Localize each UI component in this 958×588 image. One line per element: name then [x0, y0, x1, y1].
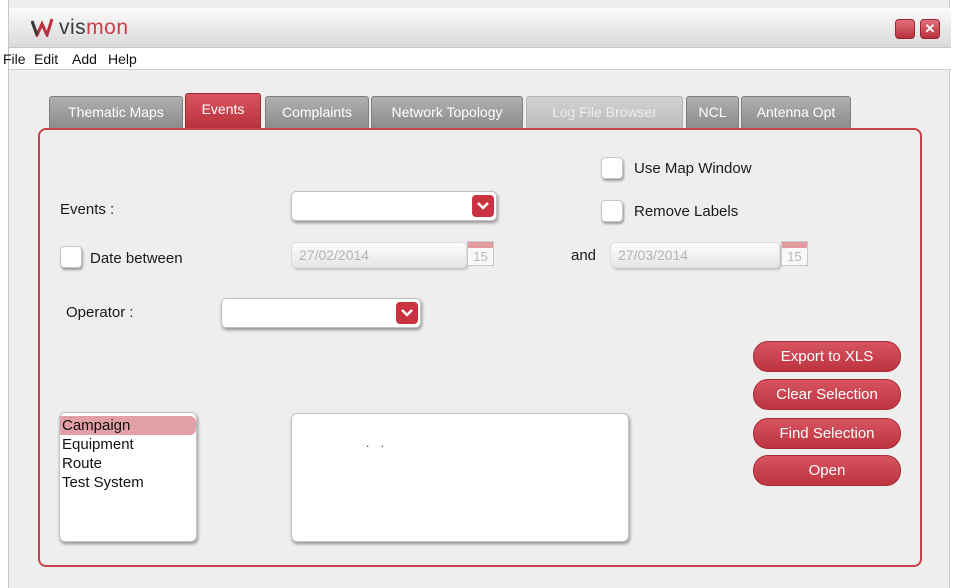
app-window: vismon ✕ File Edit Add Help Thematic Map…: [3, 0, 951, 588]
list-item-equipment[interactable]: Equipment: [60, 435, 196, 454]
operator-label: Operator :: [66, 304, 134, 321]
vismon-logo-icon: [31, 18, 53, 37]
calendar-to-day: 15: [787, 249, 802, 264]
date-between-label: Date between: [90, 250, 183, 267]
tab-antenna-opt[interactable]: Antenna Opt: [741, 96, 851, 128]
export-to-xls-button[interactable]: Export to XLS: [753, 341, 901, 372]
menu-bar: File Edit Add Help: [3, 48, 951, 70]
events-label: Events :: [60, 201, 115, 218]
calendar-from-day: 15: [473, 249, 488, 264]
calendar-to-icon[interactable]: 15: [781, 241, 808, 266]
minimize-button[interactable]: [895, 19, 915, 39]
events-dropdown[interactable]: [291, 191, 497, 221]
tab-complaints[interactable]: Complaints: [265, 96, 369, 128]
tab-network-topology[interactable]: Network Topology: [371, 96, 523, 128]
chevron-down-icon[interactable]: [472, 195, 494, 217]
title-bar: vismon ✕: [9, 8, 951, 48]
menu-edit[interactable]: Edit: [34, 51, 58, 67]
list-item-test-system[interactable]: Test System: [60, 473, 196, 492]
clear-selection-button[interactable]: Clear Selection: [753, 379, 901, 410]
app-title-part1: vis: [59, 16, 87, 39]
menu-help[interactable]: Help: [108, 51, 137, 67]
remove-labels-checkbox[interactable]: [601, 200, 623, 222]
app-title-part2: mon: [86, 16, 129, 39]
and-label: and: [571, 247, 597, 264]
chevron-down-icon[interactable]: [396, 302, 418, 324]
list-item-campaign[interactable]: Campaign: [60, 416, 196, 435]
operator-dropdown[interactable]: [221, 298, 421, 328]
open-button[interactable]: Open: [753, 455, 901, 486]
tab-ncl[interactable]: NCL: [686, 96, 739, 128]
results-list[interactable]: . .: [291, 413, 629, 542]
use-map-window-checkbox[interactable]: [601, 157, 623, 179]
date-from-input[interactable]: 27/02/2014: [291, 242, 467, 268]
date-to-input[interactable]: 27/03/2014: [610, 242, 780, 268]
use-map-window-label: Use Map Window: [634, 160, 752, 177]
close-button[interactable]: ✕: [920, 19, 940, 39]
menu-add[interactable]: Add: [72, 51, 97, 67]
find-selection-button[interactable]: Find Selection: [753, 418, 901, 449]
app-title: vismon: [59, 16, 129, 40]
tab-events[interactable]: Events: [185, 93, 261, 128]
list-item-route[interactable]: Route: [60, 454, 196, 473]
results-placeholder: . .: [366, 436, 389, 450]
menu-file[interactable]: File: [3, 51, 26, 67]
category-list[interactable]: Campaign Equipment Route Test System: [59, 412, 197, 542]
tab-log-file-browser: Log File Browser: [526, 96, 683, 128]
date-between-checkbox[interactable]: [60, 246, 82, 268]
tab-thematic-maps[interactable]: Thematic Maps: [49, 96, 183, 128]
remove-labels-label: Remove Labels: [634, 203, 739, 220]
calendar-from-icon[interactable]: 15: [467, 241, 494, 266]
events-panel: Use Map Window Remove Labels Events : Da…: [38, 128, 922, 567]
